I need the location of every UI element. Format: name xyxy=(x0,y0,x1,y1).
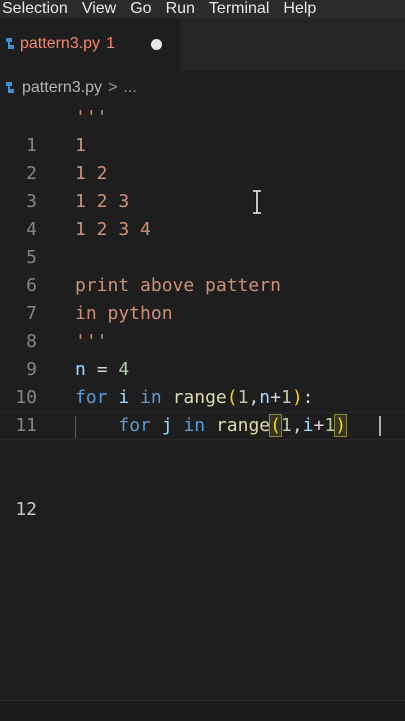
python-icon xyxy=(4,80,16,96)
code-line[interactable]: 1 ''' xyxy=(0,104,405,156)
code-token: : xyxy=(302,387,314,408)
bottom-bar xyxy=(0,700,405,721)
code-line[interactable]: 10 n = 4 xyxy=(0,356,405,408)
menu-go[interactable]: Go xyxy=(130,0,151,18)
code-token: j xyxy=(161,415,173,436)
code-token: 1 xyxy=(280,387,292,408)
line-text: 1 2 xyxy=(75,163,108,184)
code-line[interactable]: 5 1 2 3 4 xyxy=(0,216,405,268)
code-token: n xyxy=(75,359,86,380)
chevron-right-icon: > xyxy=(108,79,118,96)
tab-bar: pattern3.py 1 xyxy=(0,18,405,70)
code-token: + xyxy=(270,387,281,408)
breadcrumb-file[interactable]: pattern3.py xyxy=(22,79,102,97)
unsaved-dot-icon[interactable] xyxy=(151,39,162,50)
python-icon xyxy=(4,36,16,52)
code-token: 1 xyxy=(280,415,292,436)
menu-bar: Selection View Go Run Terminal Help xyxy=(0,0,405,18)
code-token: i xyxy=(118,387,130,408)
code-line-active[interactable]: 12 for j in range(1,i+1) xyxy=(0,412,405,520)
code-token: , xyxy=(291,415,303,436)
code-token: in xyxy=(140,387,162,408)
code-token: for xyxy=(75,387,108,408)
code-token: i xyxy=(302,415,314,436)
bracket-token: ) xyxy=(334,414,348,437)
line-text: in python xyxy=(75,303,173,324)
bracket-token: ) xyxy=(291,387,303,408)
problem-count-badge: 1 xyxy=(106,35,115,52)
menu-run[interactable]: Run xyxy=(166,0,195,18)
tab-label: pattern3.py xyxy=(20,35,101,52)
text-cursor xyxy=(379,416,381,436)
breadcrumb-more[interactable]: ... xyxy=(123,79,136,97)
bracket-token: ( xyxy=(269,414,282,437)
breadcrumb: pattern3.py > ... xyxy=(0,74,405,102)
code-token: n xyxy=(259,387,271,408)
code-token: range xyxy=(215,415,271,436)
line-text: 1 2 3 xyxy=(75,191,130,212)
line-text: 1 xyxy=(75,135,86,156)
code-editor[interactable]: 1 ''' 2 1 3 1 2 4 1 2 3 5 1 2 3 4 6 7 pr… xyxy=(0,104,405,520)
bracket-token: ( xyxy=(226,387,238,408)
line-text: ''' xyxy=(75,331,108,352)
code-line[interactable]: 11 for i in range(1,n+1): xyxy=(0,384,405,436)
code-token: , xyxy=(248,387,260,408)
code-token: = xyxy=(96,359,108,380)
code-line[interactable]: 8 in python xyxy=(0,300,405,352)
code-line[interactable]: 9 ''' xyxy=(0,328,405,380)
ibeam-cursor-icon xyxy=(251,189,263,215)
menu-selection[interactable]: Selection xyxy=(2,0,68,18)
line-text: 1 2 3 4 xyxy=(75,219,151,240)
line-text: print above pattern xyxy=(75,275,281,296)
code-line[interactable]: 4 1 2 3 xyxy=(0,188,405,240)
code-line[interactable]: 6 xyxy=(0,244,405,296)
code-line[interactable]: 7 print above pattern xyxy=(0,272,405,324)
tab-pattern3[interactable]: pattern3.py 1 xyxy=(0,18,180,70)
code-token: 1 xyxy=(237,387,249,408)
code-token: range xyxy=(172,387,227,408)
code-line[interactable]: 3 1 2 xyxy=(0,160,405,212)
menu-view[interactable]: View xyxy=(82,0,116,18)
line-text: for j in range(1,i+1) xyxy=(75,412,348,440)
code-token: for xyxy=(118,415,151,436)
menu-help[interactable]: Help xyxy=(283,0,316,18)
line-number: 12 xyxy=(15,499,37,520)
code-token: + xyxy=(313,415,325,436)
code-token: 4 xyxy=(118,359,130,380)
code-token: 1 xyxy=(324,415,336,436)
code-token: in xyxy=(183,415,206,436)
code-line[interactable]: 2 1 xyxy=(0,132,405,184)
menu-terminal[interactable]: Terminal xyxy=(209,0,269,18)
line-text: n = 4 xyxy=(75,356,129,384)
line-text: for i in range(1,n+1): xyxy=(75,384,314,412)
line-text: ''' xyxy=(75,107,108,128)
